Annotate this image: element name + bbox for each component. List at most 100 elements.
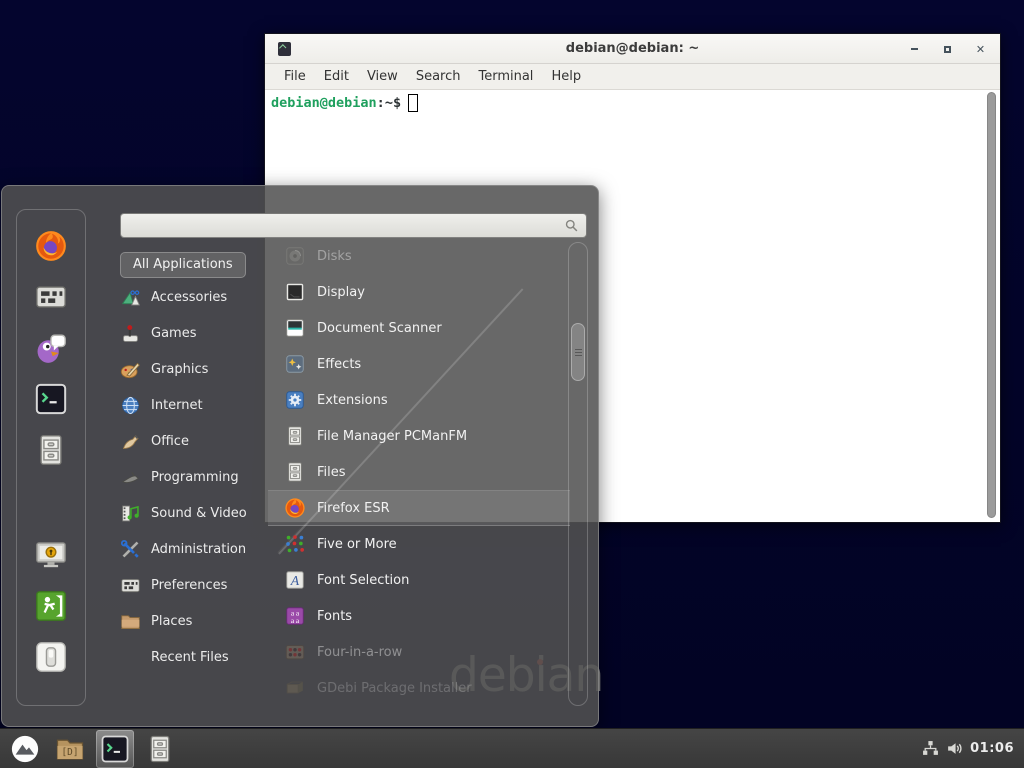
graphics-icon	[120, 359, 141, 380]
search-input[interactable]	[128, 214, 564, 237]
category-icon-spacer	[120, 647, 141, 668]
files-launcher[interactable]	[141, 730, 179, 768]
terminal-menu-file[interactable]: File	[275, 69, 315, 84]
category-places[interactable]: Places	[120, 603, 270, 639]
menu-button[interactable]	[6, 730, 44, 768]
app-item-label: Five or More	[317, 537, 397, 552]
games-icon	[120, 323, 141, 344]
shutdown-button[interactable]	[33, 639, 69, 675]
maximize-button[interactable]	[938, 40, 957, 59]
app-item-file-manager-pcmanfm[interactable]: File Manager PCManFM	[268, 418, 570, 454]
terminal-scrollbar[interactable]	[987, 92, 997, 518]
system-tray: 01:06	[922, 740, 1018, 757]
category-sound-video[interactable]: Sound & Video	[120, 495, 270, 531]
accessories-icon	[120, 287, 141, 308]
terminal-menu-terminal[interactable]: Terminal	[469, 69, 542, 84]
category-label: Accessories	[151, 290, 227, 305]
file-manager-icon	[284, 425, 306, 447]
five-or-more-icon	[284, 533, 306, 555]
terminal-title: debian@debian: ~	[265, 41, 1000, 56]
terminal-menu-view[interactable]: View	[358, 69, 407, 84]
document-scanner-icon	[284, 317, 306, 339]
network-icon[interactable]	[922, 740, 939, 757]
folder-debian-icon: [D]	[55, 734, 85, 764]
category-graphics[interactable]: Graphics	[120, 351, 270, 387]
app-item-disks[interactable]: Disks	[268, 238, 570, 274]
app-item-five-or-more[interactable]: Five or More	[268, 526, 570, 562]
terminal-menu-search[interactable]: Search	[407, 69, 470, 84]
menu-scrollbar-thumb[interactable]	[571, 323, 585, 381]
category-all-applications[interactable]: All Applications	[120, 252, 246, 278]
pidgin-launcher[interactable]	[33, 330, 69, 366]
firefox-icon	[284, 497, 306, 519]
close-button[interactable]: ✕	[971, 40, 990, 59]
app-item-document-scanner[interactable]: Document Scanner	[268, 310, 570, 346]
app-item-effects[interactable]: Effects	[268, 346, 570, 382]
terminal-icon	[100, 734, 130, 764]
firefox-launcher[interactable]	[33, 228, 69, 264]
app-item-label: Effects	[317, 357, 361, 372]
file-manager-launcher[interactable]: [D]	[51, 730, 89, 768]
maximize-icon	[944, 46, 951, 53]
fonts-icon: a aa a	[284, 605, 306, 627]
category-label: Games	[151, 326, 196, 341]
application-menu: All Applications Accessories Games Graphics…	[1, 185, 599, 727]
terminal-titlebar[interactable]: debian@debian: ~ ✕	[265, 34, 1000, 64]
terminal-menu-edit[interactable]: Edit	[315, 69, 358, 84]
category-programming[interactable]: Programming	[120, 459, 270, 495]
terminal-task[interactable]	[96, 730, 134, 768]
effects-icon	[284, 353, 306, 375]
sound-video-icon	[120, 503, 141, 524]
four-in-a-row-icon	[284, 641, 306, 663]
lock-screen-button[interactable]	[33, 537, 69, 573]
category-games[interactable]: Games	[120, 315, 270, 351]
app-item-display[interactable]: Display	[268, 274, 570, 310]
volume-icon[interactable]	[946, 740, 963, 757]
category-label: Internet	[151, 398, 203, 413]
category-accessories[interactable]: Accessories	[120, 279, 270, 315]
menu-button-icon	[10, 734, 40, 764]
clock[interactable]: 01:06	[970, 741, 1014, 756]
prompt-symbol: $	[393, 95, 401, 111]
category-recent-files[interactable]: Recent Files	[120, 639, 270, 675]
files-launcher[interactable]	[33, 432, 69, 468]
category-label: Sound & Video	[151, 506, 247, 521]
category-preferences[interactable]: Preferences	[120, 567, 270, 603]
app-item-font-selection[interactable]: AFont Selection	[268, 562, 570, 598]
app-item-extensions[interactable]: Extensions	[268, 382, 570, 418]
menu-search-bar	[120, 213, 587, 238]
terminal-launcher[interactable]	[33, 381, 69, 417]
minimize-button[interactable]	[905, 40, 924, 59]
category-label: Preferences	[151, 578, 227, 593]
file-cabinet-icon	[34, 433, 68, 467]
menu-favorites-sidebar	[16, 209, 86, 706]
logout-button[interactable]	[33, 588, 69, 624]
app-item-label: Four-in-a-row	[317, 645, 402, 660]
category-internet[interactable]: Internet	[120, 387, 270, 423]
app-item-gdebi-package-installer[interactable]: GDebi Package Installer	[268, 670, 570, 706]
category-label: Places	[151, 614, 192, 629]
taskbar: [D] 01:06	[0, 728, 1024, 768]
app-item-files[interactable]: Files	[268, 454, 570, 490]
category-list: All Applications Accessories Games Graphics…	[120, 252, 270, 675]
search-icon	[564, 218, 579, 233]
category-office[interactable]: Office	[120, 423, 270, 459]
terminal-scrollbar-thumb[interactable]	[987, 92, 996, 518]
terminal-menu-help[interactable]: Help	[542, 69, 590, 84]
font-selection-icon: A	[284, 569, 306, 591]
logout-icon	[34, 589, 68, 623]
menu-scrollbar[interactable]	[568, 242, 588, 706]
preferences-sliders-icon	[120, 575, 141, 596]
settings-launcher[interactable]	[33, 279, 69, 315]
app-item-firefox-esr[interactable]: Firefox ESR	[268, 490, 570, 526]
app-item-fonts[interactable]: a aa aFonts	[268, 598, 570, 634]
terminal-icon	[34, 382, 68, 416]
category-label: Office	[151, 434, 189, 449]
extensions-icon	[284, 389, 306, 411]
office-icon	[120, 431, 141, 452]
app-item-four-in-a-row[interactable]: Four-in-a-row	[268, 634, 570, 670]
category-label: Programming	[151, 470, 239, 485]
shell-prompt: debian@debian:~$	[271, 94, 994, 112]
prompt-path: ~	[385, 95, 393, 111]
category-administration[interactable]: Administration	[120, 531, 270, 567]
